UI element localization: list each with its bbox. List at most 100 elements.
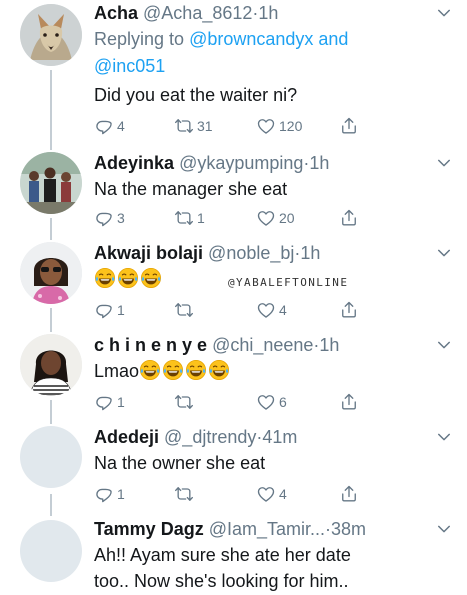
share-button[interactable] [339,300,359,320]
user-handle[interactable]: @Acha_8612 [143,3,252,23]
reply-count: 3 [117,210,125,226]
crowd-avatar-icon [20,152,82,214]
avatar[interactable] [20,334,82,396]
avatar[interactable] [20,4,82,66]
tweet-text: Did you eat the waiter ni? [94,85,298,105]
reply-button[interactable]: 1 [94,300,125,320]
share-button[interactable] [339,392,359,412]
chevron-down-icon[interactable] [435,4,453,22]
retweet-count: 1 [197,210,205,226]
joy-emoji-icon [94,267,116,289]
tweet-header: Adedeji @_djtrendy·41m [94,424,453,450]
thread-line [50,146,52,150]
avatar[interactable] [20,242,82,304]
joy-emoji-icon [185,359,207,381]
retweet-icon [174,208,194,228]
reply-count: 4 [117,118,125,134]
action-bar: 3 1 20 [94,208,359,228]
timestamp[interactable]: 1h [258,3,278,23]
retweet-icon [174,392,194,412]
timestamp[interactable]: 1h [319,335,339,355]
chevron-down-icon[interactable] [435,336,453,354]
tweet-adeyinka[interactable]: Adeyinka @ykaypumping·1h Na the manager … [0,146,467,240]
chevron-down-icon[interactable] [435,244,453,262]
display-name[interactable]: Adeyinka [94,153,174,173]
like-count: 20 [279,210,295,226]
share-icon [339,300,359,320]
retweet-button[interactable]: 31 [174,116,213,136]
tweet-text-line: too.. Now she's looking for him.. [94,571,349,591]
retweet-count: 31 [197,118,213,134]
default-avatar[interactable] [20,426,82,488]
user-handle[interactable]: @chi_neene [212,335,313,355]
retweet-button[interactable] [174,484,194,504]
tweet-text: Lmao [94,361,140,381]
user-handle[interactable]: @Iam_Tamir... [209,519,325,539]
woman-portrait-avatar-icon [20,334,82,396]
display-name[interactable]: Akwaji bolaji [94,243,203,263]
share-icon [339,116,359,136]
reply-count: 1 [117,302,125,318]
reply-and-text: and [313,29,349,49]
action-bar: 1 6 [94,392,359,412]
woman-sunglasses-avatar-icon [20,242,82,304]
user-handle[interactable]: @_djtrendy [164,427,256,447]
reply-icon [94,484,114,504]
share-button[interactable] [339,208,359,228]
replying-to-label: Replying to [94,29,190,49]
like-button[interactable]: 6 [256,392,287,412]
reply-button[interactable]: 1 [94,392,125,412]
timestamp[interactable]: 1h [300,243,320,263]
avatar[interactable] [20,152,82,214]
tweet-acha[interactable]: Acha @Acha_8612·1h Replying to @browncan… [0,0,467,150]
reply-icon [94,116,114,136]
share-icon [339,392,359,412]
user-handle[interactable]: @noble_bj [208,243,294,263]
joy-emoji-icon [140,267,162,289]
like-count: 6 [279,394,287,410]
chevron-down-icon[interactable] [435,520,453,538]
like-button[interactable]: 120 [256,116,302,136]
tweet-adedeji[interactable]: Adedeji @_djtrendy·41m Na the owner she … [0,424,467,516]
retweet-button[interactable] [174,392,194,412]
reply-button[interactable]: 4 [94,116,125,136]
joy-emoji-icon [139,359,161,381]
tweet-text-line: Ah!! Ayam sure she ate her date [94,545,351,565]
like-button[interactable]: 4 [256,300,287,320]
fox-avatar-icon [20,4,82,66]
joy-emoji-icon [162,359,184,381]
tweet-header: Akwaji bolaji @noble_bj·1h [94,240,453,266]
heart-icon [256,116,276,136]
retweet-icon [174,300,194,320]
like-button[interactable]: 4 [256,484,287,504]
reply-button[interactable]: 1 [94,484,125,504]
joy-emoji-icon [117,267,139,289]
reply-user-link[interactable]: @inc051 [94,56,165,76]
retweet-button[interactable]: 1 [174,208,205,228]
chevron-down-icon[interactable] [435,428,453,446]
reply-icon [94,208,114,228]
timestamp[interactable]: 38m [331,519,366,539]
display-name[interactable]: Adedeji [94,427,159,447]
timestamp[interactable]: 1h [309,153,329,173]
reply-button[interactable]: 3 [94,208,125,228]
tweet-header: Acha @Acha_8612·1h [94,0,453,26]
display-name[interactable]: c h i n e n y e [94,335,207,355]
display-name[interactable]: Acha [94,3,138,23]
heart-icon [256,392,276,412]
share-button[interactable] [339,116,359,136]
display-name[interactable]: Tammy Dagz [94,519,204,539]
timestamp[interactable]: 41m [262,427,297,447]
chevron-down-icon[interactable] [435,154,453,172]
tweet-text: Na the owner she eat [94,453,266,473]
user-handle[interactable]: @ykaypumping [179,153,303,173]
tweet-chinenye[interactable]: c h i n e n y e @chi_neene·1h Lmao 1 6 [0,332,467,424]
thread-line [50,218,52,240]
tweet-tammy[interactable]: Tammy Dagz @Iam_Tamir...·38m Ah!! Ayam s… [0,516,467,595]
reply-count: 1 [117,486,125,502]
share-button[interactable] [339,484,359,504]
reply-user-link[interactable]: @browncandyx [189,29,313,49]
like-button[interactable]: 20 [256,208,295,228]
default-avatar[interactable] [20,520,82,582]
retweet-button[interactable] [174,300,194,320]
